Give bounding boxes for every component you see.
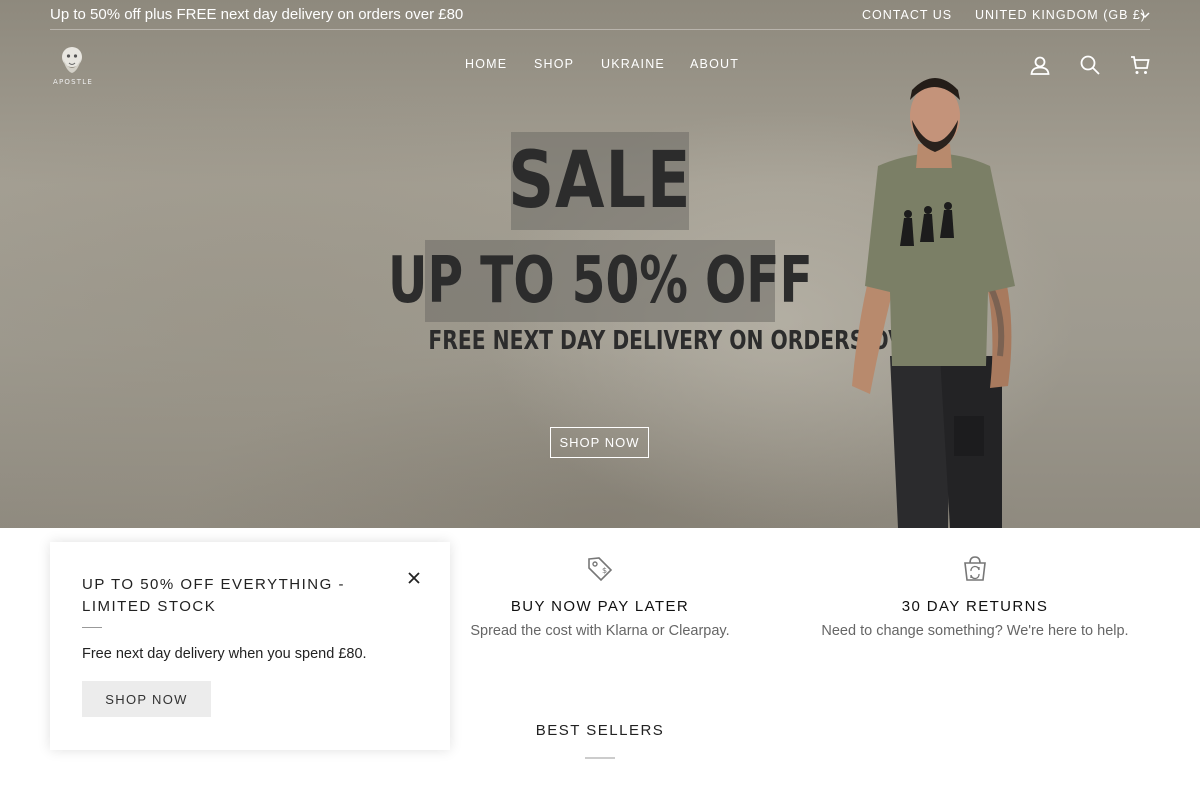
cart-icon[interactable]: [1128, 53, 1152, 77]
popup-text: Free next day delivery when you spend £8…: [82, 646, 367, 662]
feature-buy-now-pay-later: $ BUY NOW PAY LATER Spread the cost with…: [450, 554, 750, 639]
country-selector[interactable]: UNITED KINGDOM (GB £): [975, 8, 1146, 22]
price-tag-icon: $: [588, 557, 613, 582]
hero-banner: Up to 50% off plus FREE next day deliver…: [0, 0, 1200, 528]
apostle-logo[interactable]: APOSTLE: [50, 43, 96, 87]
feature-title: BUY NOW PAY LATER: [510, 598, 690, 615]
feature-text: Need to change something? We're here to …: [821, 623, 1129, 639]
feature-text: Spread the cost with Klarna or Clearpay.: [470, 623, 730, 639]
search-icon[interactable]: [1078, 53, 1102, 77]
header-divider: [50, 29, 1150, 30]
discount-headline-box: UP TO 50% OFF: [388, 240, 812, 322]
discount-headline: UP TO 50% OFF: [387, 244, 813, 318]
feature-30-day-returns: 30 DAY RETURNS Need to change something?…: [800, 554, 1150, 639]
delivery-subheadline: FREE NEXT DAY DELIVERY ON ORDERS OVER £8…: [428, 326, 983, 356]
nav-home[interactable]: HOME: [465, 57, 507, 71]
nav-about[interactable]: ABOUT: [690, 57, 739, 71]
hero-shop-now-button[interactable]: SHOP NOW: [550, 427, 649, 458]
logo-text: APOSTLE: [53, 78, 93, 86]
popup-shop-now-button[interactable]: SHOP NOW: [82, 681, 211, 717]
contact-us-link[interactable]: CONTACT US: [862, 8, 952, 22]
promo-popup: UP TO 50% OFF EVERYTHING - LIMITED STOCK…: [50, 542, 450, 750]
best-sellers-heading: BEST SELLERS: [535, 722, 665, 739]
feature-title: 30 DAY RETURNS: [901, 598, 1049, 615]
popup-title: UP TO 50% OFF EVERYTHING - LIMITED STOCK: [82, 576, 345, 615]
sale-headline: SALE: [508, 136, 692, 226]
popup-divider: [82, 627, 102, 628]
returns-bag-icon: [964, 556, 986, 581]
announcement-bar: Up to 50% off plus FREE next day deliver…: [0, 0, 1200, 30]
close-icon[interactable]: [406, 570, 422, 586]
sale-headline-box: SALE: [508, 132, 692, 230]
chevron-down-icon[interactable]: [1139, 9, 1151, 21]
announcement-text: Up to 50% off plus FREE next day deliver…: [50, 6, 464, 23]
nav-ukraine[interactable]: UKRAINE: [601, 57, 665, 71]
svg-text:$: $: [602, 566, 607, 575]
heading-underline: [585, 757, 615, 759]
nav-shop[interactable]: SHOP: [534, 57, 574, 71]
model-image: [852, 78, 1015, 528]
